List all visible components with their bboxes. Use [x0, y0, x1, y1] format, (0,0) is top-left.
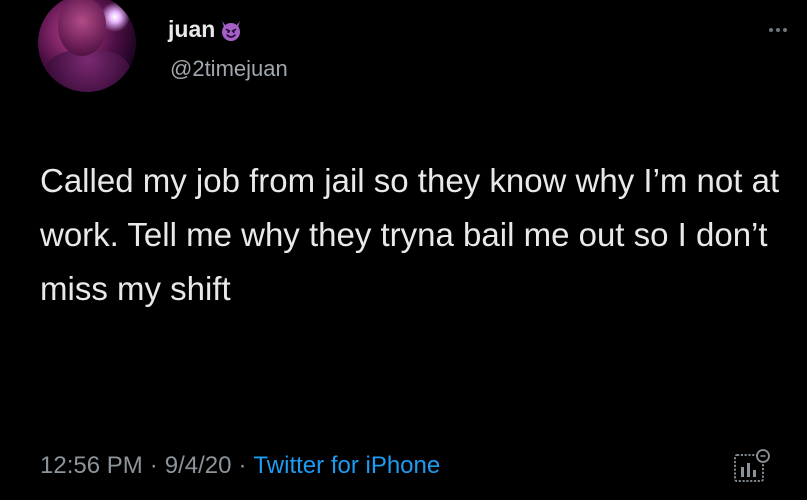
meta-separator: · — [238, 452, 247, 479]
author-avatar[interactable] — [38, 0, 136, 92]
author-name-row[interactable]: juan — [168, 16, 243, 43]
author-handle[interactable]: @2timejuan — [170, 56, 288, 82]
tweet-meta: 12:56 PM · 9/4/20 · Twitter for iPhone — [40, 452, 440, 480]
avatar-body — [46, 50, 130, 92]
tweet-date: 9/4/20 — [164, 452, 232, 479]
tweet-text: Called my job from jail so they know why… — [40, 162, 780, 307]
author-name[interactable]: juan — [168, 16, 215, 43]
avatar-face — [58, 0, 106, 56]
meta-separator: · — [149, 452, 158, 479]
more-options-icon[interactable] — [769, 28, 787, 32]
tweet-time: 12:56 PM — [40, 452, 143, 479]
tweet-source-link[interactable]: Twitter for iPhone — [253, 452, 440, 480]
smiling-devil-icon — [222, 20, 241, 41]
view-analytics-icon[interactable] — [733, 448, 771, 484]
